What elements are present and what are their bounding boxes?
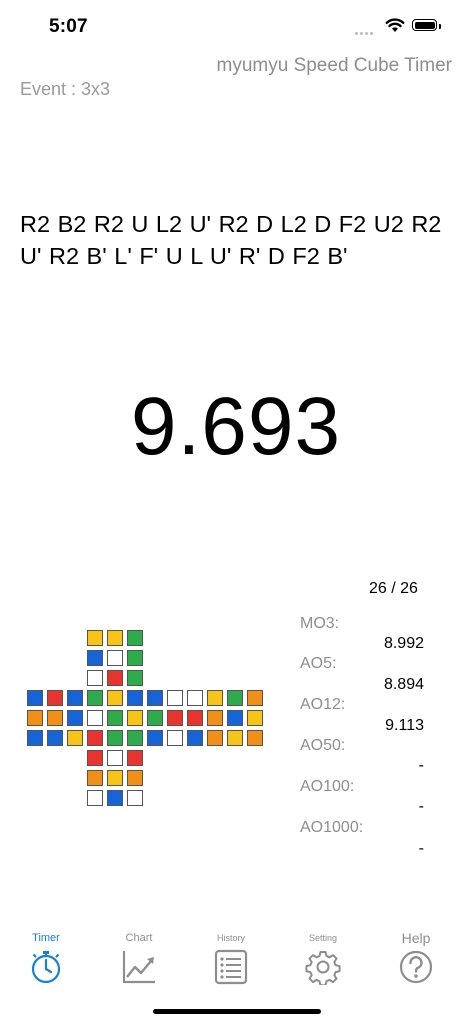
tab-setting[interactable]: Setting [293, 930, 353, 985]
cube-sticker [107, 790, 123, 806]
stopwatch-icon [31, 951, 61, 984]
cube-sticker [27, 730, 43, 746]
cube-sticker [27, 690, 43, 706]
cube-sticker [87, 710, 103, 726]
tab-history-label: History [216, 933, 245, 943]
cube-sticker [207, 690, 223, 706]
cube-sticker [27, 710, 43, 726]
app-title: myumyu Speed Cube Timer [216, 55, 453, 76]
cube-sticker [127, 750, 143, 766]
cube-sticker [47, 710, 63, 726]
cube-sticker [127, 670, 143, 686]
tab-setting-label: Setting [308, 933, 338, 943]
cube-sticker [147, 730, 163, 746]
cube-sticker [107, 630, 123, 646]
cube-sticker [67, 690, 83, 706]
cube-sticker [167, 710, 183, 726]
stat-label-ao12: AO12: [300, 696, 346, 713]
solve-count: 26 / 26 [369, 580, 418, 597]
cube-sticker [227, 730, 243, 746]
stat-value-ao12: 9.113 [385, 717, 424, 734]
cube-sticker [187, 710, 203, 726]
stat-label-ao50: AO50: [300, 737, 346, 754]
cube-sticker [127, 770, 143, 786]
tab-chart[interactable]: Chart [109, 930, 169, 985]
cube-sticker [67, 730, 83, 746]
cube-sticker [87, 630, 103, 646]
cube-sticker [67, 710, 83, 726]
cube-sticker [167, 690, 183, 706]
cube-sticker [87, 790, 103, 806]
cellular-signal-icon [355, 22, 375, 40]
cube-face-left [27, 690, 85, 748]
stat-label-ao5: AO5: [300, 655, 337, 672]
timer-display[interactable]: 9.693 [0, 380, 472, 474]
cube-sticker [247, 690, 263, 706]
cube-net [27, 630, 267, 810]
cube-sticker [127, 650, 143, 666]
cube-sticker [187, 730, 203, 746]
cube-face-back [207, 690, 265, 748]
stat-value-mo3: 8.992 [383, 635, 424, 652]
cube-sticker [247, 730, 263, 746]
cube-sticker [207, 730, 223, 746]
tab-chart-label: Chart [125, 932, 153, 944]
cube-face-up [87, 630, 145, 688]
cube-sticker [207, 710, 223, 726]
cube-sticker [127, 630, 143, 646]
cube-sticker [107, 730, 123, 746]
cube-sticker [227, 710, 243, 726]
stat-value-ao1000: - [418, 840, 424, 857]
cube-sticker [187, 690, 203, 706]
cube-sticker [107, 750, 123, 766]
cube-sticker [107, 650, 123, 666]
cube-sticker [127, 790, 143, 806]
cube-sticker [87, 670, 103, 686]
tab-timer[interactable]: Timer [16, 930, 76, 985]
stat-label-mo3: MO3: [300, 615, 340, 632]
stat-label-ao1000: AO1000: [300, 819, 364, 836]
cube-sticker [127, 710, 143, 726]
tab-history[interactable]: History [201, 930, 261, 985]
status-time: 5:07 [49, 16, 88, 37]
cube-sticker [167, 730, 183, 746]
cube-sticker [247, 710, 263, 726]
stat-value-ao100: - [418, 798, 424, 815]
cube-sticker [87, 730, 103, 746]
cube-sticker [227, 690, 243, 706]
cube-sticker [147, 690, 163, 706]
list-icon [214, 949, 248, 985]
cube-sticker [107, 690, 123, 706]
chart-icon [122, 951, 155, 984]
cube-sticker [107, 770, 123, 786]
battery-icon [412, 19, 437, 31]
status-icons [355, 15, 445, 37]
cube-sticker [87, 770, 103, 786]
cube-sticker [87, 690, 103, 706]
cube-face-down [87, 750, 145, 808]
tab-help[interactable]: Help [386, 930, 446, 985]
cube-sticker [127, 690, 143, 706]
cube-sticker [47, 690, 63, 706]
cube-sticker [107, 710, 123, 726]
cube-sticker [47, 730, 63, 746]
help-icon [399, 950, 433, 984]
stat-label-ao100: AO100: [300, 778, 355, 795]
cube-face-front [87, 690, 145, 748]
cube-sticker [147, 710, 163, 726]
tab-timer-label: Timer [32, 932, 60, 944]
cube-sticker [87, 750, 103, 766]
event-label[interactable]: Event : 3x3 [20, 79, 110, 100]
scramble-text: R2 B2 R2 U L2 U' R2 D L2 D F2 U2 R2 U' R… [20, 211, 442, 269]
wifi-icon [385, 18, 405, 32]
cube-sticker [127, 730, 143, 746]
home-indicator [153, 1009, 321, 1014]
cube-sticker [87, 650, 103, 666]
gear-icon [305, 951, 341, 985]
stat-value-ao50: - [418, 757, 424, 774]
tab-help-label: Help [401, 930, 431, 946]
stat-value-ao5: 8.894 [383, 676, 424, 693]
cube-sticker [107, 670, 123, 686]
cube-face-right [147, 690, 205, 748]
